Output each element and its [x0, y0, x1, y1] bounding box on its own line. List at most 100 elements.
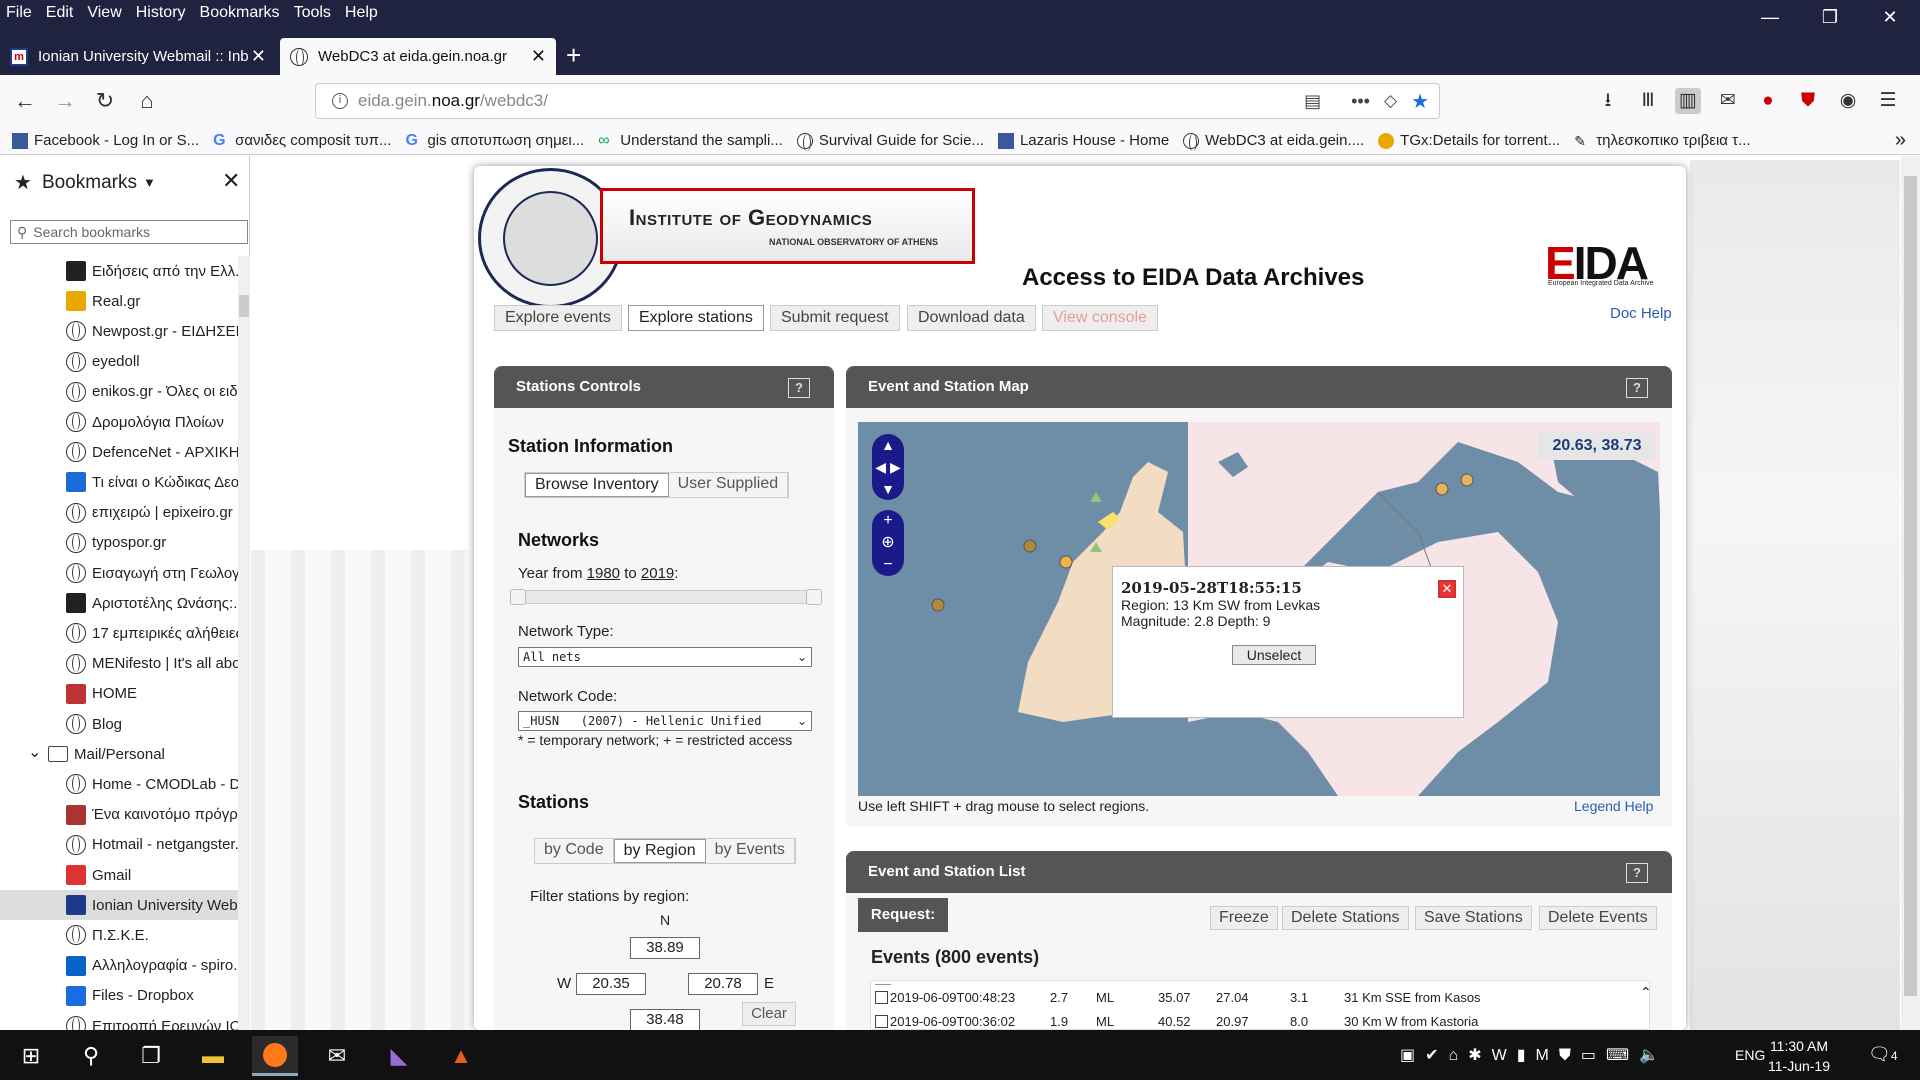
freeze-button[interactable]: Freeze: [1210, 906, 1278, 930]
bookmark-item[interactable]: Files - Dropbox: [0, 981, 240, 1011]
bookmark-item[interactable]: MENifesto | It's all abo...: [0, 649, 240, 679]
notification-icon[interactable]: 🗨4: [1868, 1044, 1898, 1065]
menu-edit[interactable]: Edit: [46, 4, 74, 22]
more-bookmarks-icon[interactable]: »: [1895, 129, 1906, 152]
slider-handle-to[interactable]: [806, 589, 822, 605]
map-zoom-control[interactable]: + ⊕ −: [872, 510, 904, 576]
north-input[interactable]: 38.89: [630, 937, 700, 959]
menu-view[interactable]: View: [87, 4, 121, 22]
by-region-button[interactable]: by Region: [613, 839, 706, 863]
close-sidebar-icon[interactable]: ✕: [222, 168, 240, 194]
reload-icon[interactable]: ↻: [90, 86, 120, 116]
tab-explore-stations[interactable]: Explore stations: [628, 305, 764, 331]
bookmark-item[interactable]: Ggis αποτυπωση σημει...: [405, 132, 584, 149]
scroll-up-icon[interactable]: ⌃: [1640, 984, 1652, 1001]
sidebar-scrollbar[interactable]: [238, 256, 250, 1030]
bookmark-item[interactable]: Αλληλογραφία - spiro...: [0, 951, 240, 981]
close-window-button[interactable]: ✕: [1860, 0, 1920, 34]
delete-stations-button[interactable]: Delete Stations: [1282, 906, 1409, 930]
table-row[interactable]: 2019-06-09T00:48:23 2.7 ML 35.07 27.04 3.1 31 …: [871, 985, 1649, 1009]
menu-bookmarks[interactable]: Bookmarks: [200, 4, 280, 22]
bookmark-item[interactable]: Εισαγωγή στη Γεωλογ...: [0, 558, 240, 588]
ublock-icon[interactable]: ⛊: [1795, 88, 1821, 114]
menu-tools[interactable]: Tools: [294, 4, 331, 22]
account-icon[interactable]: ◉: [1835, 88, 1861, 114]
bookmark-item[interactable]: Blog: [0, 709, 240, 739]
windows-start-icon[interactable]: ⊞: [8, 1036, 54, 1076]
sidebar-scroll-thumb[interactable]: [239, 295, 249, 317]
system-tray-icons[interactable]: ▣✔⌂✱W▮M⛊▭⌨🔈: [1400, 1045, 1669, 1065]
bookmark-item[interactable]: Ειδήσεις από την Ελλ...: [0, 256, 240, 286]
save-stations-button[interactable]: Save Stations: [1415, 906, 1532, 930]
network-type-select[interactable]: All nets ⌄: [518, 647, 812, 667]
bookmark-item[interactable]: Ένα καινοτόμο πρόγρ...: [0, 800, 240, 830]
bookmark-item[interactable]: Lazaris House - Home: [997, 132, 1169, 149]
bookmark-item[interactable]: eyedoll: [0, 347, 240, 377]
menu-help[interactable]: Help: [345, 4, 378, 22]
language-indicator[interactable]: ENG: [1735, 1047, 1765, 1063]
bookmark-item[interactable]: Hotmail - netgangster...: [0, 830, 240, 860]
chevron-down-icon[interactable]: ⌄: [28, 742, 41, 762]
search-icon[interactable]: ⚲: [68, 1036, 114, 1076]
tab-ionian-webmail[interactable]: m Ionian University Webmail :: Inb ✕: [0, 38, 276, 75]
bookmark-item[interactable]: 17 εμπειρικές αλήθειες...: [0, 618, 240, 648]
mail-app-icon[interactable]: ✉: [314, 1036, 360, 1076]
new-tab-button[interactable]: +: [566, 38, 581, 72]
home-icon[interactable]: ⌂: [132, 86, 162, 116]
zoom-in-icon[interactable]: +: [883, 512, 892, 529]
url-bar[interactable]: i eida.gein. noa.gr/webdc3/ ▤ ••• ◇ ★: [315, 83, 1440, 119]
bookmark-item[interactable]: Newpost.gr - ΕΙΔΗΣΕΙ...: [0, 316, 240, 346]
tab-submit-request[interactable]: Submit request: [770, 305, 900, 331]
bookmark-item[interactable]: Gmail: [0, 860, 240, 890]
hamburger-menu-icon[interactable]: ☰: [1875, 88, 1901, 114]
close-popup-icon[interactable]: ✕: [1438, 580, 1456, 598]
delete-events-button[interactable]: Delete Events: [1539, 906, 1657, 930]
west-input[interactable]: 20.35: [576, 973, 646, 995]
bookmarks-search-input[interactable]: ⚲ Search bookmarks: [10, 220, 248, 244]
help-button[interactable]: ?: [788, 378, 810, 398]
visual-studio-icon[interactable]: ◣: [376, 1036, 422, 1076]
legend-help-link[interactable]: Legend Help: [1574, 798, 1653, 814]
library-icon[interactable]: Ⅲ: [1635, 88, 1661, 114]
year-range-slider[interactable]: [510, 589, 822, 605]
adblock-icon[interactable]: ●: [1755, 88, 1781, 114]
east-input[interactable]: 20.78: [688, 973, 758, 995]
user-supplied-button[interactable]: User Supplied: [669, 473, 789, 497]
info-icon[interactable]: i: [332, 93, 348, 109]
bookmark-item[interactable]: DefenceNet - ΑΡΧΙΚΗ: [0, 437, 240, 467]
bookmark-item[interactable]: Facebook - Log In or S...: [12, 132, 199, 149]
firefox-icon[interactable]: [252, 1036, 298, 1076]
forward-icon[interactable]: →: [50, 86, 80, 116]
clock[interactable]: 11:30 AM 11-Jun-19: [1768, 1036, 1830, 1076]
sidebar-toggle-icon[interactable]: ▥: [1675, 88, 1701, 114]
bookmark-item[interactable]: Αριστοτέλης Ωνάσης:...: [0, 588, 240, 618]
world-icon[interactable]: ⊕: [881, 534, 894, 551]
reader-view-icon[interactable]: ▤: [1304, 91, 1321, 112]
bookmark-item[interactable]: Π.Σ.Κ.Ε.: [0, 920, 240, 950]
tab-webdc3[interactable]: WebDC3 at eida.gein.noa.gr ✕: [280, 38, 556, 75]
bookmark-item[interactable]: Gσανιδες composit τυπ...: [213, 132, 391, 149]
row-checkbox[interactable]: [875, 990, 888, 1004]
tab-download-data[interactable]: Download data: [907, 305, 1036, 331]
minimize-button[interactable]: —: [1740, 0, 1800, 34]
slider-handle-from[interactable]: [510, 589, 526, 605]
bookmark-item[interactable]: typospor.gr: [0, 528, 240, 558]
bookmark-folder[interactable]: ⌄ Mail/Personal: [0, 739, 240, 769]
bookmark-item[interactable]: HOME: [0, 679, 240, 709]
unselect-button[interactable]: Unselect: [1232, 645, 1316, 665]
matlab-icon[interactable]: ▲: [438, 1036, 484, 1076]
menu-history[interactable]: History: [136, 4, 186, 22]
pocket-icon[interactable]: ◇: [1384, 91, 1397, 111]
bookmark-item[interactable]: ✎ τηλεσκοπικο τριβεια τ...: [1574, 132, 1750, 149]
bookmark-item[interactable]: Τι είναι ο Κώδικας Δεο...: [0, 467, 240, 497]
zoom-out-icon[interactable]: −: [883, 556, 892, 573]
bookmark-item[interactable]: ∞ Understand the sampli...: [598, 132, 783, 149]
bookmark-item[interactable]: Survival Guide for Scie...: [796, 132, 984, 151]
bookmark-item[interactable]: WebDC3 at eida.gein....: [1183, 132, 1364, 151]
bookmark-item[interactable]: Ionian University Web...: [0, 890, 240, 921]
tab-explore-events[interactable]: Explore events: [494, 305, 622, 331]
pan-arrows-icon[interactable]: ▲ ◀ ▶ ▼: [872, 434, 904, 500]
close-tab-icon[interactable]: ✕: [531, 46, 546, 67]
row-checkbox[interactable]: [875, 1014, 888, 1028]
network-code-select[interactable]: _HUSN (2007) - Hellenic Unified ⌄: [518, 711, 812, 731]
